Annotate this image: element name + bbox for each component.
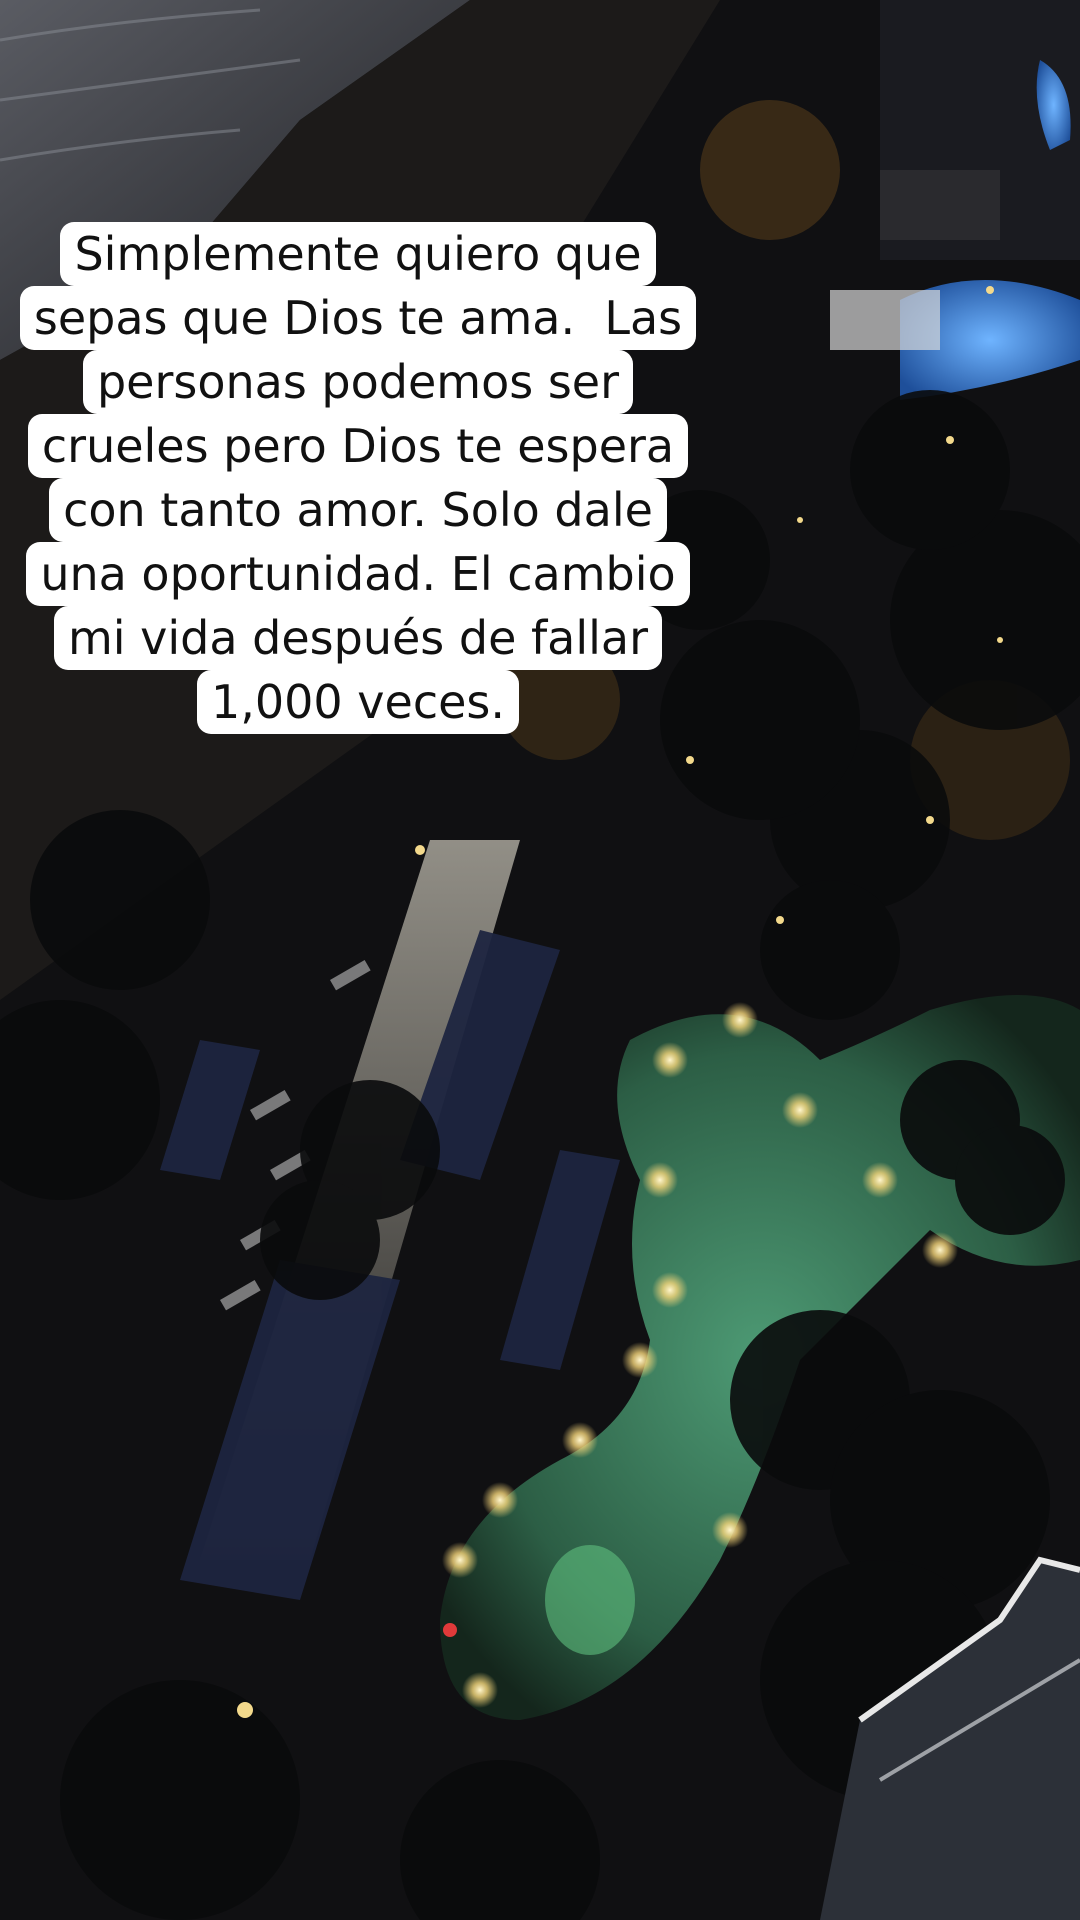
caption-line-5: con tanto amor. Solo dale bbox=[49, 478, 667, 542]
caption-line-8: 1,000 veces. bbox=[196, 670, 519, 734]
caption-line-2: sepas que Dios te ama. Las bbox=[19, 286, 697, 350]
caption-line-4: crueles pero Dios te espera bbox=[27, 414, 689, 478]
caption-overlay: Simplemente quiero que sepas que Dios te… bbox=[0, 222, 716, 734]
caption-line-1: Simplemente quiero que bbox=[60, 222, 656, 286]
caption-line-6: una oportunidad. El cambio bbox=[26, 542, 690, 606]
caption-line-7: mi vida después de fallar bbox=[53, 606, 663, 670]
caption-line-3: personas podemos ser bbox=[82, 350, 633, 414]
